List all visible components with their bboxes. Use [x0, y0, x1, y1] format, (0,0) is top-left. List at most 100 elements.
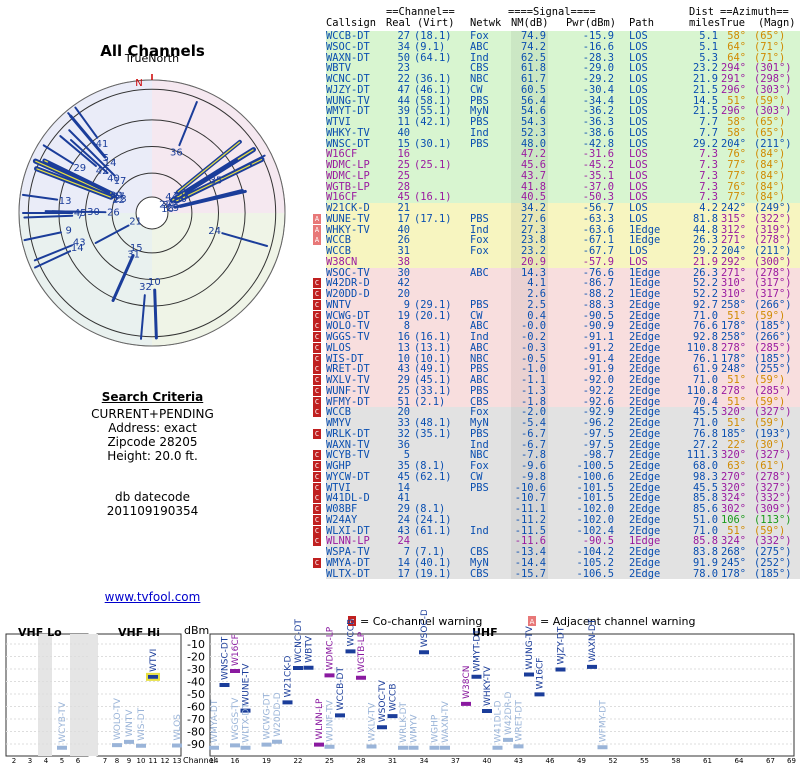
station-label: WGGS-TV	[231, 697, 241, 740]
station-level-marker	[440, 745, 450, 750]
cell-nm: -11.2	[514, 513, 546, 526]
criteria-line: Address: exact	[108, 421, 197, 435]
cell-virt: (13.1)	[414, 341, 452, 354]
table-row[interactable]: W24AY 24 (24.1) -11.2 -102.0 2Edge 51.0 106° (11…	[326, 513, 800, 526]
station-level-marker	[172, 743, 182, 748]
channel-tick-label: 10	[137, 757, 146, 765]
cell-real: 38	[397, 255, 410, 268]
table-row[interactable]: WRLK-DT 32 (35.1) PBS -6.7 -97.5 2Edge 76.8 185°…	[326, 427, 800, 440]
cell-net: PBS	[470, 137, 489, 150]
table-row[interactable]: WLOS 13 (13.1) ABC -0.3 -91.2 2Edge 110.8 278° (2…	[326, 341, 800, 354]
cell-virt: (42.1)	[414, 116, 452, 128]
adjacent-legend-icon-letter: A	[530, 618, 535, 626]
station-channel-label: 41	[96, 139, 109, 150]
table-row[interactable]: WSOC-DT 34 (9.1) ABC 74.2 -16.6 LOS 5.1 64° (71°)	[326, 40, 800, 53]
warning-icon: C	[313, 278, 321, 289]
warning-icon: C	[313, 310, 321, 321]
station-level-marker	[335, 713, 345, 718]
cell-pwr: -102.0	[576, 513, 614, 526]
station-level-marker	[272, 739, 282, 744]
cell-mag: (185°)	[754, 567, 792, 580]
table-row[interactable]: WMYA-DT 14 (40.1) MyN -14.4 -105.2 2Edge 91.9 24…	[326, 556, 800, 569]
table-body: WCCB-DT 27 (18.1) Fox 74.9 -15.9 LOS 5.1 58° (65°…	[326, 31, 800, 580]
table-row[interactable]: W38CN 38 20.9 -57.9 LOS 21.9 292° (300°)	[326, 255, 800, 268]
cell-path: LOS	[629, 126, 648, 139]
table-row[interactable]: WJZY-DT 47 (46.1) CW 60.5 -30.4 LOS 21.5 296° (30…	[326, 83, 800, 96]
channel-tick-label: 2	[12, 757, 16, 765]
cell-real: 47	[397, 83, 410, 96]
table-row[interactable]: WDMC-LP 25 43.7 -35.1 LOS 7.3 77° (84°)	[326, 169, 800, 182]
table-row[interactable]: WNTV 9 (29.1) PBS 2.5 -88.3 2Edge 92.7 258° (266°…	[326, 298, 800, 311]
table-header: ==Channel== ====Signal==== Dist ==Azimut…	[326, 7, 800, 31]
cell-net: PBS	[470, 384, 489, 397]
cell-call: WSOC-DT	[326, 40, 370, 53]
table-row[interactable]: WHKY-TV 40 Ind 52.3 -38.6 LOS 7.7 58° (65°)	[326, 126, 800, 139]
cell-real: 24	[397, 513, 410, 526]
channel-tick-label: 7	[103, 757, 107, 765]
channel-tick-label: 22	[294, 757, 303, 765]
cell-nm: 43.7	[520, 169, 546, 182]
cell-call: WHKY-TV	[326, 126, 370, 139]
station-label: WCCB	[389, 683, 399, 711]
cell-tru: 258°	[720, 298, 746, 311]
cell-mag: (322°)	[754, 212, 792, 225]
cell-path: 2Edge	[629, 427, 661, 440]
station-channel-label: 5	[103, 153, 109, 164]
cell-virt: (24.1)	[414, 513, 452, 526]
cell-mag: (71°)	[754, 40, 786, 53]
cell-nm: 74.2	[520, 40, 546, 53]
channel-tick-label: 14	[210, 757, 219, 765]
col-dist-miles: miles	[689, 17, 721, 29]
vhf-lo-shade	[38, 634, 52, 756]
table-row[interactable]: WYCW-DT 45 (62.1) CW -9.8 -100.6 2Edge 98.3 270°…	[326, 470, 800, 483]
station-level-marker	[324, 744, 335, 749]
cell-real: 13	[397, 341, 410, 354]
station-channel-label: 30	[87, 207, 100, 218]
cell-tru: 64°	[727, 40, 746, 53]
cell-net: Ind	[470, 126, 489, 139]
cell-pwr: -38.6	[582, 126, 614, 139]
tvfool-link[interactable]: www.tvfool.com	[0, 590, 305, 604]
station-label: WIS-DT	[137, 707, 147, 740]
cell-net: CW	[470, 83, 483, 96]
dbm-tick-label: -10	[187, 638, 205, 651]
table-row[interactable]: WUNF-TV 25 (33.1) PBS -1.3 -92.2 2Edge 110.8 278…	[326, 384, 800, 397]
cell-nm: 27.6	[520, 212, 546, 225]
station-level-marker	[555, 667, 566, 672]
cell-real: 9	[403, 298, 410, 311]
cell-call: WJZY-DT	[326, 83, 370, 96]
station-level-marker	[377, 725, 387, 730]
cell-nm: -15.7	[514, 567, 546, 580]
station-label: W38CN	[462, 666, 472, 699]
cell-mag: (300°)	[754, 255, 792, 268]
station-level-marker	[230, 669, 240, 673]
channel-tick-label: 11	[149, 757, 158, 765]
warning-icon: C	[313, 299, 321, 310]
db-datecode-label: db datecode	[114, 490, 191, 504]
cell-virt: (29.1)	[414, 298, 452, 311]
cell-nm: -6.7	[520, 427, 546, 440]
station-channel-label: 11	[173, 191, 186, 202]
warning-icon: C	[313, 407, 321, 418]
cell-path: 2Edge	[629, 556, 661, 569]
dbm-tick-label: -70	[187, 713, 205, 726]
warning-icon: C	[313, 471, 321, 482]
table-row[interactable]: WUNE-TV 17 (17.1) PBS 27.6 -63.3 LOS 81.8 315° (3…	[326, 212, 800, 225]
cell-mag: (84°)	[754, 169, 786, 182]
cell-path: LOS	[629, 169, 648, 182]
station-ray	[153, 288, 158, 340]
warning-icon: C	[313, 342, 321, 353]
dbm-tick-label: -20	[187, 651, 205, 664]
warning-icon: C	[313, 385, 321, 396]
station-channel-label: 21	[129, 217, 142, 228]
cell-net: ABC	[470, 341, 489, 354]
channel-tick-label: 6	[76, 757, 81, 765]
station-level-marker	[356, 675, 366, 680]
cell-virt: (62.1)	[414, 470, 452, 483]
cell-virt: (30.1)	[414, 137, 452, 150]
channel-tick-label: 8	[115, 757, 119, 765]
warning-icon: C	[313, 461, 321, 471]
table-row[interactable]: WLTX-DT 17 (19.1) CBS -15.7 -106.5 2Edge 78.0 17…	[326, 567, 800, 580]
station-label: WCCB-DT	[336, 667, 346, 711]
vhf-hi-label: VHF Hi	[118, 626, 160, 639]
